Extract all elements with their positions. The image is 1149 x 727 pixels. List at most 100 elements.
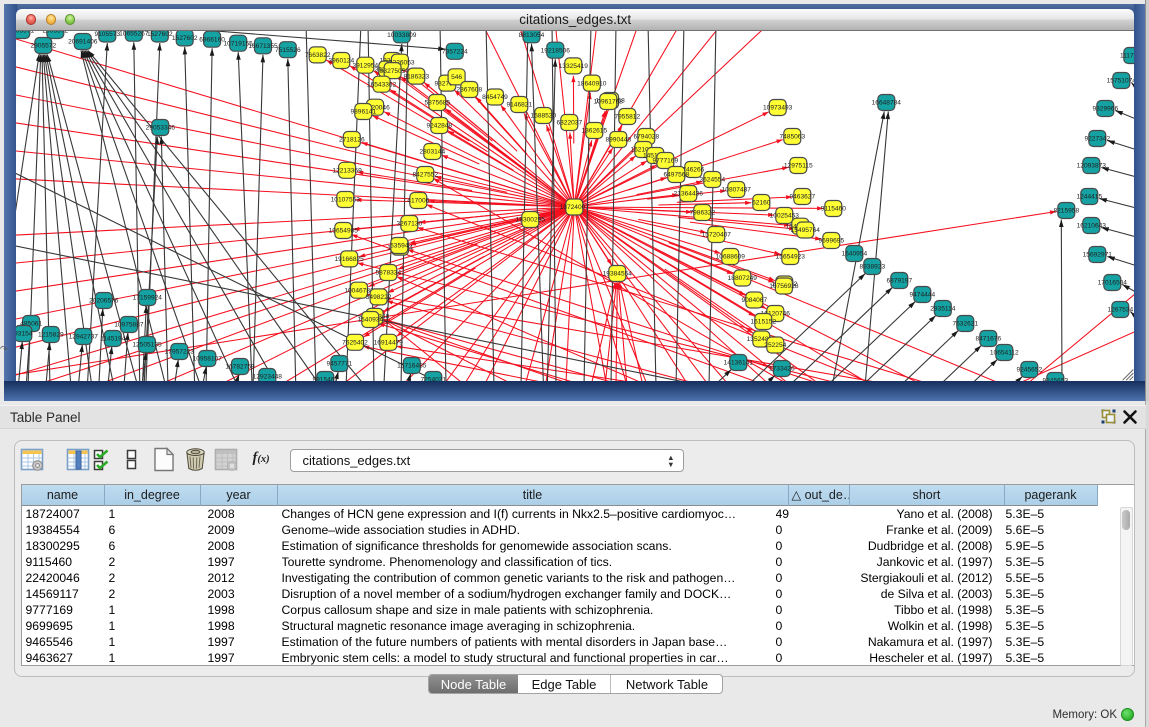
svg-text:20206576: 20206576 [89, 298, 119, 305]
svg-text:8990448: 8990448 [606, 137, 632, 144]
svg-text:19218506: 19218506 [541, 47, 571, 54]
svg-text:10975887: 10975887 [114, 322, 144, 329]
svg-text:10688609: 10688609 [716, 254, 746, 261]
svg-text:18724007: 18724007 [560, 204, 590, 211]
svg-text:1540934: 1540934 [358, 317, 384, 324]
svg-text:1905571: 1905571 [16, 31, 34, 35]
svg-text:10807487: 10807487 [722, 187, 752, 194]
svg-text:16543362: 16543362 [367, 81, 397, 88]
svg-text:1117504: 1117504 [1120, 53, 1134, 60]
svg-text:16210643: 16210643 [1077, 223, 1107, 230]
svg-text:9146821: 9146821 [507, 102, 533, 109]
svg-text:7632621: 7632621 [953, 321, 979, 328]
svg-text:3960124: 3960124 [329, 58, 355, 65]
svg-text:16782759: 16782759 [226, 364, 256, 371]
svg-text:2905572: 2905572 [43, 31, 69, 35]
svg-text:9327505: 9327505 [380, 68, 406, 75]
svg-text:5878334: 5878334 [376, 270, 402, 277]
svg-text:8471676: 8471676 [976, 336, 1002, 343]
svg-text:16914479: 16914479 [374, 340, 404, 347]
svg-text:14136141: 14136141 [724, 360, 754, 367]
svg-text:17159924: 17159924 [133, 295, 163, 302]
svg-text:7986322: 7986322 [690, 210, 716, 217]
svg-text:62160: 62160 [752, 200, 771, 207]
svg-text:1145194: 1145194 [100, 336, 126, 343]
svg-text:93154: 93154 [16, 331, 33, 338]
svg-text:8427552: 8427552 [413, 172, 439, 179]
svg-text:7625402: 7625402 [342, 340, 368, 347]
svg-text:2905572: 2905572 [31, 43, 57, 50]
svg-text:1527602: 1527602 [147, 31, 173, 38]
svg-text:9245653: 9245653 [1043, 378, 1069, 381]
svg-text:1362615: 1362615 [582, 128, 608, 135]
svg-text:12505135: 12505135 [133, 342, 163, 349]
svg-text:10654112: 10654112 [990, 350, 1019, 357]
svg-text:2367608: 2367608 [457, 87, 483, 94]
svg-text:9699695: 9699695 [819, 238, 845, 245]
svg-text:12942737: 12942737 [69, 334, 99, 341]
svg-text:7357224: 7357224 [442, 49, 468, 56]
svg-text:1640954: 1640954 [842, 251, 868, 258]
svg-text:8813054: 8813054 [519, 32, 545, 39]
svg-text:12093873: 12093873 [1077, 163, 1107, 170]
svg-text:546: 546 [451, 74, 462, 81]
svg-text:16648784: 16648784 [872, 100, 902, 107]
svg-text:10107553: 10107553 [331, 197, 361, 204]
svg-text:29053346: 29053346 [146, 125, 176, 132]
svg-text:15495764: 15495764 [791, 227, 821, 234]
svg-text:9105573: 9105573 [95, 31, 121, 38]
svg-text:17016504: 17016504 [1098, 280, 1128, 287]
svg-text:5875685: 5875685 [425, 100, 451, 107]
svg-text:9463627: 9463627 [790, 194, 816, 201]
svg-text:13325419: 13325419 [559, 63, 589, 70]
svg-text:6322037: 6322037 [557, 120, 583, 127]
svg-text:12975115: 12975115 [784, 163, 813, 170]
svg-text:20691406: 20691406 [68, 39, 98, 46]
svg-text:8215958: 8215958 [1054, 208, 1080, 215]
svg-text:10958107: 10958107 [193, 356, 223, 363]
svg-text:2803144: 2803144 [420, 149, 446, 156]
svg-text:8454749: 8454749 [482, 94, 508, 101]
svg-text:1267534: 1267534 [1108, 307, 1134, 314]
svg-text:10655267: 10655267 [119, 31, 149, 37]
svg-text:18640910: 18640910 [577, 80, 607, 87]
svg-text:9329966: 9329966 [1093, 106, 1119, 113]
svg-text:9915461: 9915461 [313, 377, 339, 381]
svg-text:6497568: 6497568 [664, 172, 690, 179]
svg-text:1215829: 1215829 [38, 332, 64, 339]
svg-text:7955812: 7955812 [615, 114, 641, 121]
svg-text:252254: 252254 [764, 342, 786, 349]
svg-text:10756928: 10756928 [769, 283, 799, 290]
svg-text:17957223: 17957223 [165, 349, 195, 356]
svg-text:9115460: 9115460 [821, 206, 847, 213]
svg-text:10961768: 10961768 [594, 99, 624, 106]
svg-text:9245652: 9245652 [1017, 367, 1043, 374]
svg-text:8938923: 8938923 [860, 264, 886, 271]
svg-text:8186323: 8186323 [404, 73, 430, 80]
svg-text:6966160: 6966160 [199, 36, 225, 43]
svg-text:18300295: 18300295 [516, 217, 546, 224]
svg-text:9896141: 9896141 [351, 109, 377, 116]
svg-text:6879197: 6879197 [887, 278, 913, 285]
svg-text:3267130: 3267130 [397, 221, 423, 228]
svg-text:7663822: 7663822 [305, 52, 331, 59]
svg-text:12213369: 12213369 [333, 168, 363, 175]
svg-text:19166825: 19166825 [335, 256, 365, 263]
svg-text:7254021: 7254021 [421, 377, 447, 381]
svg-text:15716485: 15716485 [397, 363, 427, 370]
svg-text:1244415: 1244415 [1077, 194, 1103, 201]
svg-text:10973493: 10973493 [763, 105, 793, 112]
svg-text:1527602: 1527602 [172, 35, 198, 42]
svg-text:21364436: 21364436 [674, 191, 704, 198]
svg-text:9227342: 9227342 [1085, 136, 1111, 143]
svg-text:12923448: 12923448 [253, 374, 283, 381]
svg-text:10033809: 10033809 [387, 32, 417, 39]
svg-text:3624554: 3624554 [700, 177, 726, 184]
svg-text:15692971: 15692971 [1083, 252, 1113, 259]
svg-text:16671355: 16671355 [249, 43, 279, 50]
svg-text:9242848: 9242848 [427, 123, 453, 130]
svg-text:3498222: 3498222 [366, 294, 392, 301]
svg-text:15654923: 15654923 [776, 254, 806, 261]
svg-text:15751074: 15751074 [1107, 78, 1134, 85]
svg-text:7515526: 7515526 [275, 47, 301, 54]
